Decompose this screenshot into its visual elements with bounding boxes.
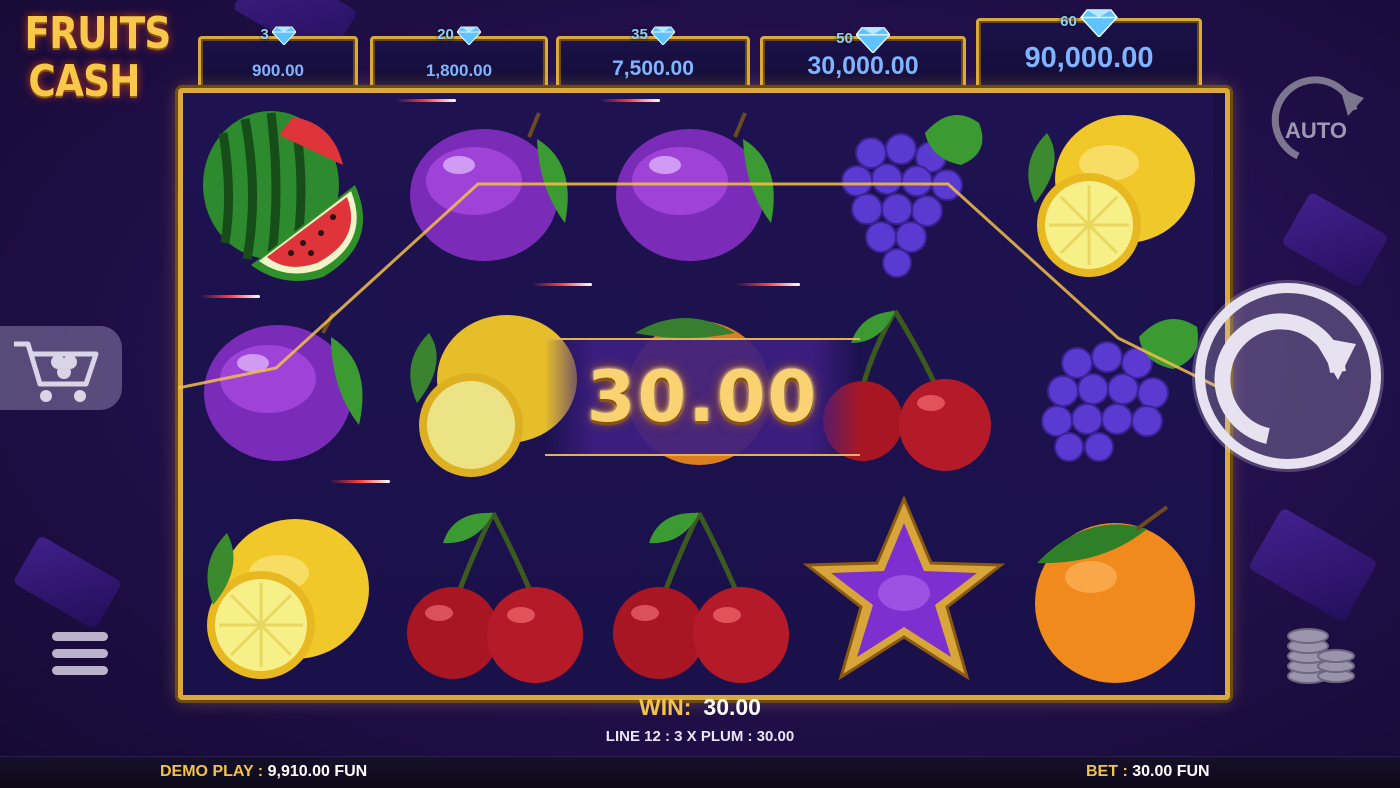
game-logo: FRUITS CASH — [14, 8, 172, 107]
menu-icon-bar — [52, 649, 108, 658]
menu-icon-bar — [52, 632, 108, 641]
jackpot-value: 900.00 — [252, 61, 304, 80]
jackpot-box: 50 30,000.00 — [760, 27, 966, 92]
balance-value: 9,910.00 FUN — [267, 763, 368, 780]
balance-display: DEMO PLAY : 9,910.00 FUN — [160, 763, 367, 781]
logo-line-1: FRUITS — [24, 8, 172, 59]
win-display: WIN: 30.00 — [590, 694, 810, 721]
win-amount: 30.00 — [703, 694, 761, 720]
sparkle-effect — [200, 295, 260, 298]
diamond-icon — [271, 26, 296, 45]
coins-icon — [1287, 628, 1355, 684]
win-label: WIN: — [639, 694, 692, 720]
sparkle-effect — [330, 480, 390, 483]
jackpot-value: 30,000.00 — [807, 52, 919, 80]
diamond-icon — [1079, 9, 1118, 37]
jackpot-box: 35 7,500.00 — [556, 26, 750, 92]
jackpot-count: 20 — [437, 25, 454, 43]
jackpot-value: 1,800.00 — [425, 61, 493, 80]
jackpot-value: 90,000.00 — [1024, 42, 1154, 74]
autoplay-button[interactable]: AUTO — [1268, 68, 1364, 164]
auto-arrow-icon — [1271, 76, 1364, 160]
jackpot-count: 3 — [260, 25, 269, 43]
jackpot-count: 50 — [836, 29, 853, 47]
demo-play-label: DEMO PLAY : — [160, 763, 264, 780]
background-crystal — [1247, 507, 1379, 623]
bottom-status-bar: DEMO PLAY : 9,910.00 FUN BET : 30.00 FUN — [0, 756, 1400, 788]
jackpot-box: 20 1,800.00 — [370, 26, 548, 92]
jackpot-value: 7,500.00 — [612, 57, 694, 80]
diamond-icon — [456, 26, 481, 45]
logo-line-2: CASH — [28, 56, 140, 107]
diamond-icon — [855, 27, 890, 53]
jackpot-box: 3 900.00 — [198, 26, 358, 92]
shop-button[interactable] — [0, 326, 122, 410]
background-crystal — [12, 534, 123, 631]
jackpot-count: 35 — [631, 25, 648, 43]
spin-button[interactable] — [1188, 276, 1388, 476]
bet-display: BET : 30.00 FUN — [1086, 763, 1210, 781]
big-win-amount: 30.00 — [545, 338, 860, 456]
bet-label: BET : — [1086, 763, 1128, 780]
bet-value: 30.00 FUN — [1132, 763, 1210, 780]
cart-icon — [14, 341, 99, 402]
sparkle-effect — [600, 99, 660, 102]
diamond-icon — [650, 26, 675, 45]
menu-button[interactable] — [52, 632, 108, 684]
bet-coins-button[interactable] — [1280, 624, 1360, 688]
background-crystal — [1281, 191, 1389, 289]
sparkle-effect — [532, 283, 592, 286]
win-line-info: LINE 12 : 3 X PLUM : 30.00 — [605, 728, 795, 745]
jackpot-box: 60 90,000.00 — [976, 9, 1202, 90]
sparkle-effect — [736, 283, 800, 286]
spin-icon — [1192, 280, 1384, 472]
menu-icon-bar — [52, 666, 108, 675]
big-win-text: 30.00 — [586, 356, 819, 438]
auto-label: AUTO — [1285, 118, 1347, 143]
sparkle-effect — [396, 99, 456, 102]
jackpot-count: 60 — [1060, 12, 1077, 30]
